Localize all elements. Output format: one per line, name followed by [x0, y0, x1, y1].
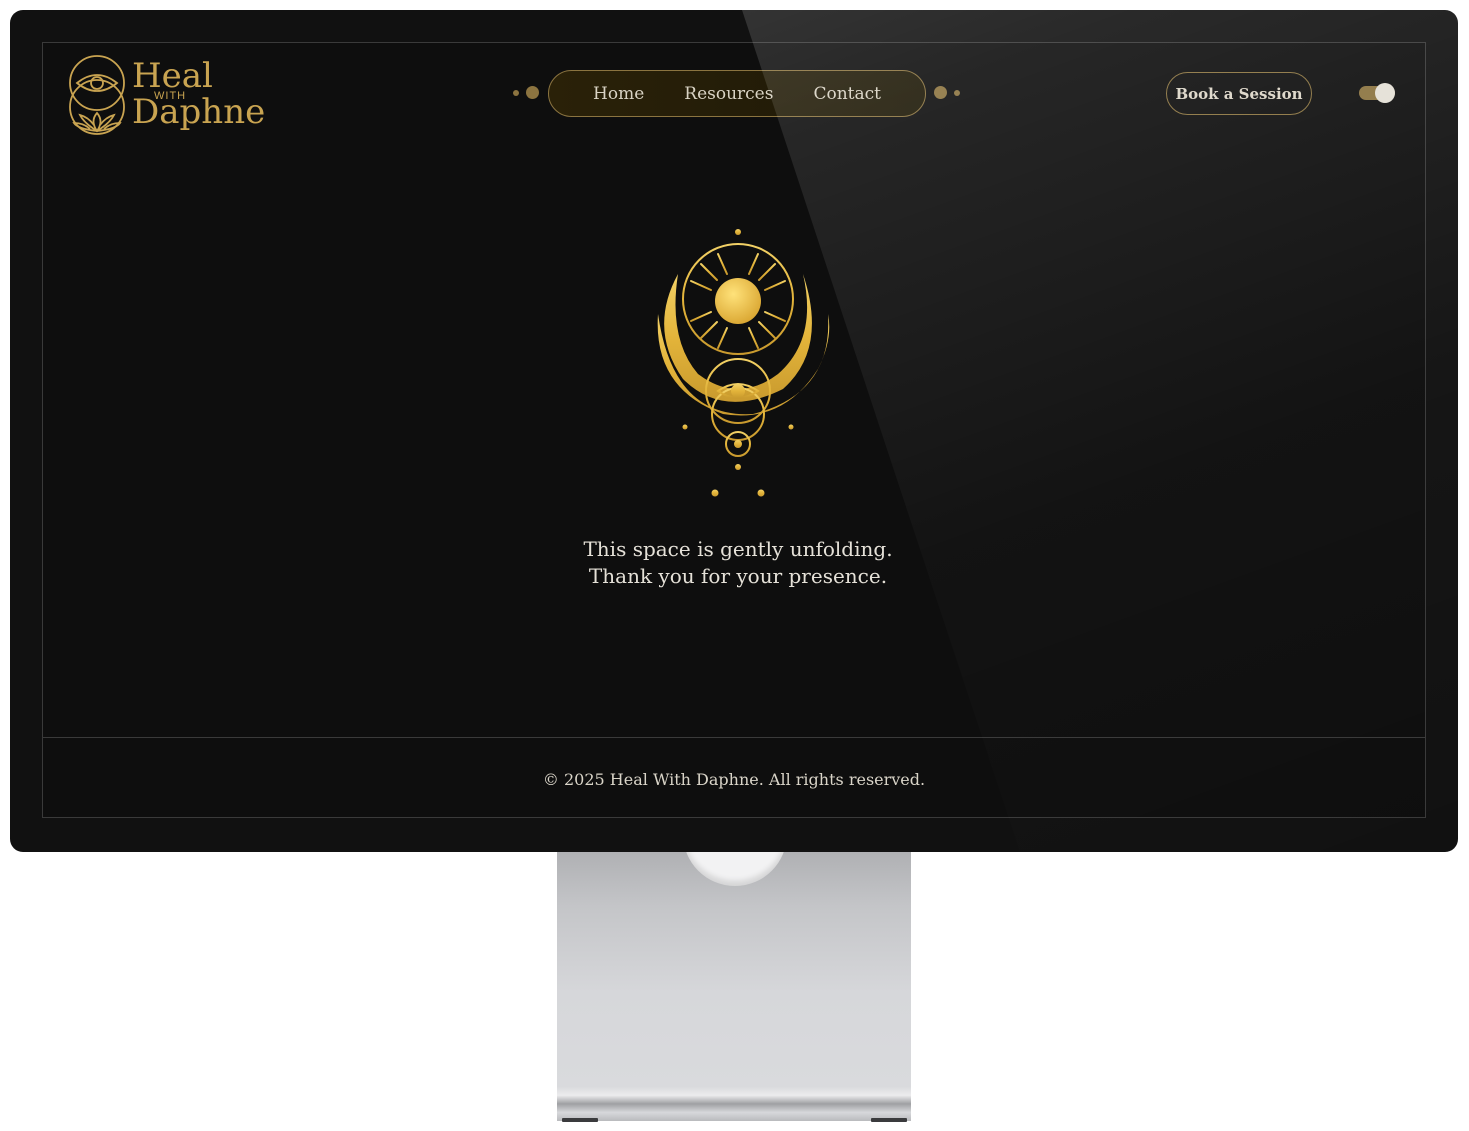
- nav-ornament-dot: [934, 86, 947, 99]
- message-line-1: This space is gently unfolding.: [583, 537, 893, 561]
- footer-divider: [43, 737, 1425, 738]
- nav-resources-link[interactable]: Resources: [684, 84, 773, 104]
- main-nav: Home Resources Contact: [548, 70, 926, 117]
- nav-ornament-dot: [526, 86, 539, 99]
- brand-line-daphne: Daphne: [132, 92, 266, 132]
- monitor-stand-foot: [871, 1118, 907, 1122]
- footer-copyright: © 2025 Heal With Daphne. All rights rese…: [542, 770, 926, 789]
- lotus-eye-logo-icon: [69, 55, 125, 135]
- brand-line-heal: Heal: [132, 56, 213, 96]
- monitor-frame: Heal WITH Daphne Home Resources Contact …: [10, 10, 1458, 852]
- message-line-2: Thank you for your presence.: [588, 564, 888, 588]
- sun-moon-eye-emblem-icon: [657, 229, 830, 497]
- book-session-button[interactable]: Book a Session: [1166, 72, 1312, 115]
- coming-soon-message: This space is gently unfolding. Thank yo…: [443, 536, 1033, 590]
- brand-logo[interactable]: Heal WITH Daphne: [68, 55, 265, 137]
- monitor-stand-foot: [562, 1118, 598, 1122]
- nav-ornament-dot: [513, 90, 519, 96]
- nav-home-link[interactable]: Home: [593, 84, 644, 104]
- nav-contact-link[interactable]: Contact: [813, 84, 881, 104]
- theme-toggle-knob[interactable]: [1375, 83, 1395, 103]
- website-screen: Heal WITH Daphne Home Resources Contact …: [42, 42, 1426, 818]
- nav-ornament-dot: [954, 90, 960, 96]
